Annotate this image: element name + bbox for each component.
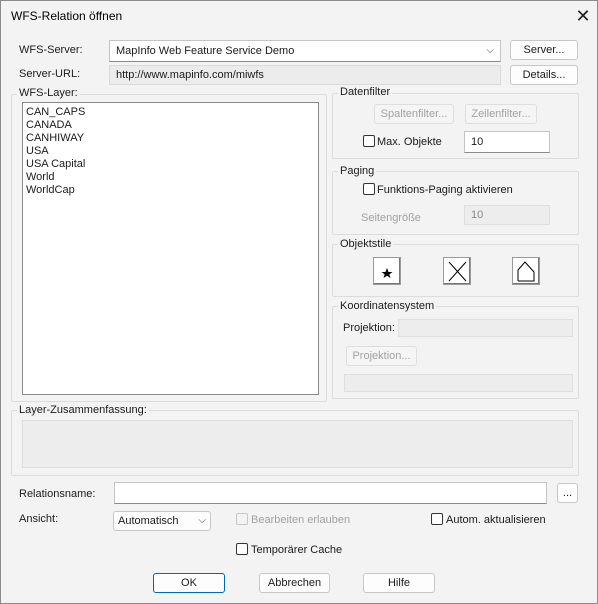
paging-enable-label: Funktions-Paging aktivieren — [377, 184, 513, 196]
browse-button[interactable]: ... — [557, 483, 578, 503]
projection-button[interactable]: Projektion... — [346, 346, 417, 366]
edit-allow-checkbox[interactable] — [236, 513, 248, 525]
view-label: Ansicht: — [19, 513, 59, 525]
paging-title: Paging — [338, 165, 377, 177]
help-button[interactable]: Hilfe — [363, 573, 435, 593]
wfs-server-label: WFS-Server: — [19, 44, 83, 56]
window-title: WFS-Relation öffnen — [11, 9, 123, 23]
close-icon: ✕ — [575, 6, 591, 26]
page-size-input[interactable]: 10 — [464, 205, 550, 225]
list-item[interactable]: WorldCap — [26, 184, 75, 197]
projection-field — [398, 319, 573, 337]
server-url-label: Server-URL: — [19, 68, 81, 80]
wfs-server-select[interactable]: MapInfo Web Feature Service Demo ⌵ — [109, 40, 501, 62]
page-size-value: 10 — [471, 209, 484, 221]
server-button[interactable]: Server... — [510, 40, 578, 60]
line-style-icon — [448, 261, 467, 282]
list-item[interactable]: CAN_CAPS — [26, 106, 85, 119]
cancel-button[interactable]: Abbrechen — [259, 573, 330, 593]
symbol-style-icon — [381, 268, 393, 278]
list-item[interactable]: CANHIWAY — [26, 132, 84, 145]
list-item[interactable]: USA Capital — [26, 158, 85, 171]
details-button[interactable]: Details... — [510, 65, 578, 85]
temp-cache-label: Temporärer Cache — [251, 544, 343, 556]
max-objects-input[interactable]: 10 — [464, 131, 550, 153]
paging-enable-checkbox[interactable] — [363, 183, 375, 195]
layer-summary-field — [22, 420, 573, 468]
paging-group — [332, 171, 579, 235]
relation-name-input[interactable] — [114, 482, 547, 504]
layer-summary-label: Layer-Zusammenfassung: — [17, 404, 149, 416]
list-item[interactable]: CANADA — [26, 119, 72, 132]
max-objects-checkbox[interactable] — [363, 135, 375, 147]
max-objects-label: Max. Objekte — [377, 136, 442, 148]
relation-name-label: Relationsname: — [19, 488, 96, 500]
wfs-relation-dialog: WFS-Relation öffnen ✕ WFS-Server: MapInf… — [0, 0, 598, 604]
koordinatensystem-title: Koordinatensystem — [338, 300, 437, 312]
projection-detail-field — [344, 374, 573, 392]
chevron-down-icon: ⌵ — [198, 515, 206, 526]
wfs-layer-list[interactable]: CAN_CAPS CANADA CANHIWAY USA USA Capital… — [22, 102, 319, 395]
max-objects-value: 10 — [471, 136, 484, 148]
temp-cache-checkbox[interactable] — [236, 543, 248, 555]
line-style-button[interactable] — [443, 257, 471, 285]
close-button[interactable]: ✕ — [569, 3, 597, 29]
list-item[interactable]: World — [26, 171, 55, 184]
objektstile-title: Objektstile — [338, 238, 394, 250]
wfs-layer-label: WFS-Layer: — [17, 87, 80, 99]
server-url-value: http://www.mapinfo.com/miwfs — [116, 69, 264, 81]
region-style-button[interactable] — [512, 257, 540, 285]
datenfilter-title: Datenfilter — [338, 86, 393, 98]
region-style-icon — [517, 261, 535, 282]
chevron-down-icon: ⌵ — [486, 45, 494, 56]
row-filter-button[interactable]: Zeilenfilter... — [465, 104, 537, 124]
auto-update-label: Autom. aktualisieren — [446, 514, 546, 526]
edit-allow-label: Bearbeiten erlauben — [251, 514, 351, 526]
title-bar: WFS-Relation öffnen ✕ — [1, 1, 597, 31]
symbol-style-button[interactable] — [373, 257, 401, 285]
server-url-field: http://www.mapinfo.com/miwfs — [109, 65, 501, 85]
page-size-label: Seitengröße — [361, 212, 421, 224]
column-filter-button[interactable]: Spaltenfilter... — [374, 104, 454, 124]
list-item[interactable]: USA — [26, 145, 49, 158]
view-select[interactable]: Automatisch ⌵ — [113, 511, 211, 531]
auto-update-checkbox[interactable] — [431, 513, 443, 525]
view-selected: Automatisch — [118, 515, 179, 527]
ok-button[interactable]: OK — [153, 573, 225, 593]
wfs-server-selected: MapInfo Web Feature Service Demo — [116, 45, 295, 57]
projection-label: Projektion: — [343, 322, 395, 334]
